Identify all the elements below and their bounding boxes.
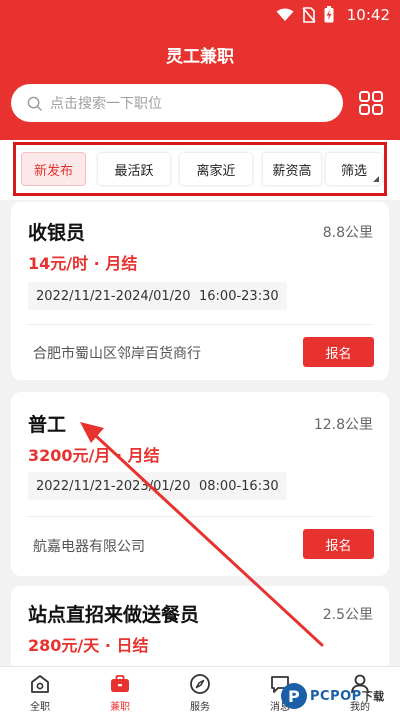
nav-label: 兼职 [110, 702, 130, 713]
watermark-brand: PCPOP [310, 689, 362, 704]
job-distance: 2.5公里 [322, 607, 373, 623]
date-range-tag: 2022/11/21-2023/01/20 [28, 472, 199, 500]
nav-label: 服务 [190, 702, 210, 713]
home-icon [31, 675, 49, 693]
status-bar: 10:42 [0, 0, 400, 30]
watermark: P PCPOP下载 [276, 676, 400, 718]
watermark-text: PCPOP下载 [310, 688, 385, 704]
job-title: 普工 [28, 414, 67, 436]
no-sim-icon [302, 6, 316, 23]
company-name: 航嘉电器有限公司 [33, 539, 145, 555]
status-icons [276, 6, 334, 23]
divider [28, 516, 372, 517]
grid-menu-icon[interactable] [358, 90, 384, 116]
hours-tag: 16:00-23:30 [191, 282, 287, 310]
job-title: 站点直招来做送餐员 [28, 604, 200, 626]
apply-button[interactable]: 报名 [303, 337, 374, 367]
nav-item-service[interactable]: 服务 [170, 673, 230, 717]
job-title: 收银员 [28, 222, 86, 244]
job-distance: 8.8公里 [322, 225, 373, 241]
job-card[interactable]: 普工 12.8公里 3200元/月 · 月结 2022/11/21-2023/0… [11, 392, 389, 576]
watermark-suffix: 下载 [361, 690, 385, 703]
svg-text:P: P [288, 687, 300, 706]
wifi-icon [276, 8, 294, 21]
job-pay: 14元/时 · 月结 [28, 254, 138, 273]
app-header: 10:42 灵工兼职 点击搜索一下职位 [0, 0, 400, 140]
company-name: 合肥市蜀山区邻岸百货商行 [33, 346, 201, 362]
job-pay: 3200元/月 · 月结 [28, 446, 160, 465]
nav-item-parttime[interactable]: 兼职 [90, 673, 150, 717]
page-title: 灵工兼职 [166, 47, 234, 67]
nav-item-fulltime[interactable]: 全职 [10, 673, 70, 717]
search-icon [27, 96, 42, 111]
job-pay: 280元/天 · 日结 [28, 636, 149, 655]
job-card[interactable]: 收银员 8.8公里 14元/时 · 月结 2022/11/21-2024/01/… [11, 202, 389, 380]
job-card[interactable]: 站点直招来做送餐员 2.5公里 280元/天 · 日结 [11, 586, 389, 676]
compass-icon [190, 674, 210, 694]
nav-label: 全职 [30, 702, 50, 713]
filter-highlight-box [13, 142, 387, 196]
briefcase-icon [111, 675, 129, 692]
date-range-tag: 2022/11/21-2024/01/20 [28, 282, 199, 310]
watermark-logo-icon: P [281, 683, 307, 709]
search-placeholder: 点击搜索一下职位 [50, 96, 162, 112]
divider [28, 324, 372, 325]
job-distance: 12.8公里 [313, 417, 373, 433]
apply-button[interactable]: 报名 [303, 529, 374, 559]
search-input[interactable]: 点击搜索一下职位 [11, 84, 343, 122]
battery-charging-icon [324, 6, 334, 23]
hours-tag: 08:00-16:30 [191, 472, 287, 500]
status-time: 10:42 [346, 6, 390, 24]
